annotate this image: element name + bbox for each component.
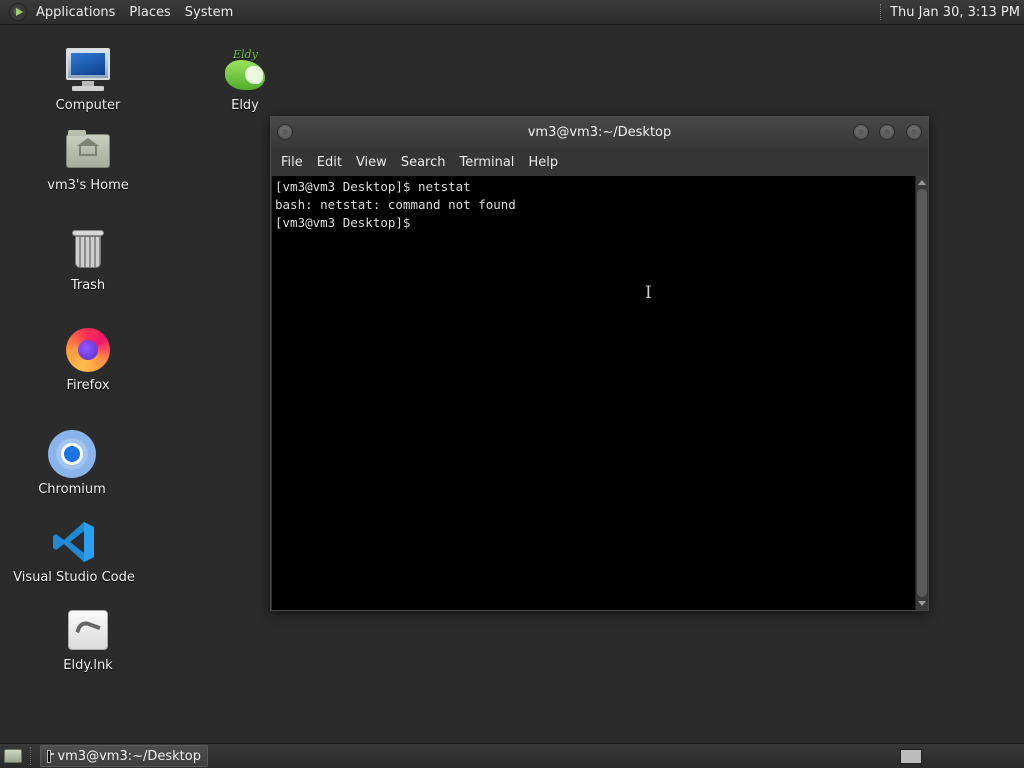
menu-terminal[interactable]: Terminal — [452, 155, 521, 170]
system-menu[interactable]: System — [178, 5, 240, 20]
terminal-line: bash: netstat: command not found — [275, 197, 516, 212]
terminal-menubar: File Edit View Search Terminal Help — [271, 148, 928, 176]
workspace-switcher[interactable] — [900, 749, 922, 764]
desktop-icon-label: Eldy — [231, 98, 259, 113]
taskbar-item-terminal[interactable]: vm3@vm3:~/Desktop — [40, 745, 208, 767]
terminal-output[interactable]: [vm3@vm3 Desktop]$ netstat bash: netstat… — [272, 176, 915, 610]
distro-logo-icon[interactable] — [9, 3, 27, 21]
maximize-button[interactable] — [879, 124, 895, 140]
window-menu-button[interactable] — [277, 124, 293, 140]
desktop-icon-label: Visual Studio Code — [13, 570, 135, 585]
firefox-icon — [64, 326, 112, 374]
desktop-icon-chromium[interactable]: Chromium — [7, 430, 137, 497]
scroll-thumb[interactable] — [917, 189, 927, 597]
menu-edit[interactable]: Edit — [310, 155, 349, 170]
taskbar-item-label: vm3@vm3:~/Desktop — [57, 748, 201, 764]
clock[interactable]: Thu Jan 30, 3:13 PM — [890, 5, 1024, 20]
terminal-line: [vm3@vm3 Desktop]$ netstat — [275, 179, 471, 194]
eldy-logo-text: Eldy — [233, 48, 258, 61]
desktop-icon-home[interactable]: vm3's Home — [23, 126, 153, 193]
bottom-panel: vm3@vm3:~/Desktop — [0, 743, 1024, 768]
vscode-icon — [50, 518, 98, 566]
minimize-button[interactable] — [853, 124, 869, 140]
places-menu[interactable]: Places — [122, 5, 177, 20]
top-panel: Applications Places System Thu Jan 30, 3… — [0, 0, 1024, 25]
desktop-icon-label: Trash — [70, 278, 106, 293]
desktop-icon-trash[interactable]: Trash — [23, 226, 153, 293]
terminal-titlebar[interactable]: vm3@vm3:~/Desktop — [271, 117, 928, 148]
close-button[interactable] — [906, 124, 922, 140]
window-title: vm3@vm3:~/Desktop — [527, 125, 672, 140]
home-folder-icon — [64, 126, 112, 174]
desktop-icon-label: Firefox — [66, 378, 110, 393]
shortcut-file-icon — [64, 606, 112, 654]
terminal-icon — [47, 749, 55, 763]
desktop-icon-label: vm3's Home — [47, 178, 129, 193]
eldy-elephant-icon: Eldy — [221, 46, 269, 94]
terminal-scrollbar[interactable] — [915, 176, 928, 610]
menu-search[interactable]: Search — [394, 155, 453, 170]
text-cursor-icon: I — [645, 283, 652, 303]
desktop-icon-label: Eldy.lnk — [63, 658, 113, 673]
menu-file[interactable]: File — [274, 155, 310, 170]
show-desktop-icon[interactable] — [4, 749, 22, 763]
desktop-icon-vscode[interactable]: Visual Studio Code — [9, 518, 139, 585]
menu-help[interactable]: Help — [521, 155, 565, 170]
scroll-up-arrow-icon[interactable] — [918, 180, 926, 185]
panel-separator — [30, 747, 32, 765]
desktop-icon-firefox[interactable]: Firefox — [23, 326, 153, 393]
computer-icon — [64, 46, 112, 94]
desktop-icon-label: Chromium — [38, 482, 106, 497]
desktop-icon-eldy-lnk[interactable]: Eldy.lnk — [23, 606, 153, 673]
desktop-icon-computer[interactable]: Computer — [23, 46, 153, 113]
trash-icon — [64, 226, 112, 274]
desktop-icon-eldy[interactable]: Eldy Eldy — [180, 46, 310, 113]
menu-view[interactable]: View — [349, 155, 394, 170]
applications-menu[interactable]: Applications — [29, 5, 122, 20]
terminal-prompt: [vm3@vm3 Desktop]$ — [275, 215, 418, 230]
panel-separator — [880, 4, 882, 20]
desktop-icon-label: Computer — [55, 98, 121, 113]
terminal-window[interactable]: vm3@vm3:~/Desktop File Edit View Search … — [270, 116, 929, 611]
panel-menu: Applications Places System — [29, 0, 240, 24]
scroll-down-arrow-icon[interactable] — [918, 601, 926, 606]
chromium-icon — [48, 430, 96, 478]
